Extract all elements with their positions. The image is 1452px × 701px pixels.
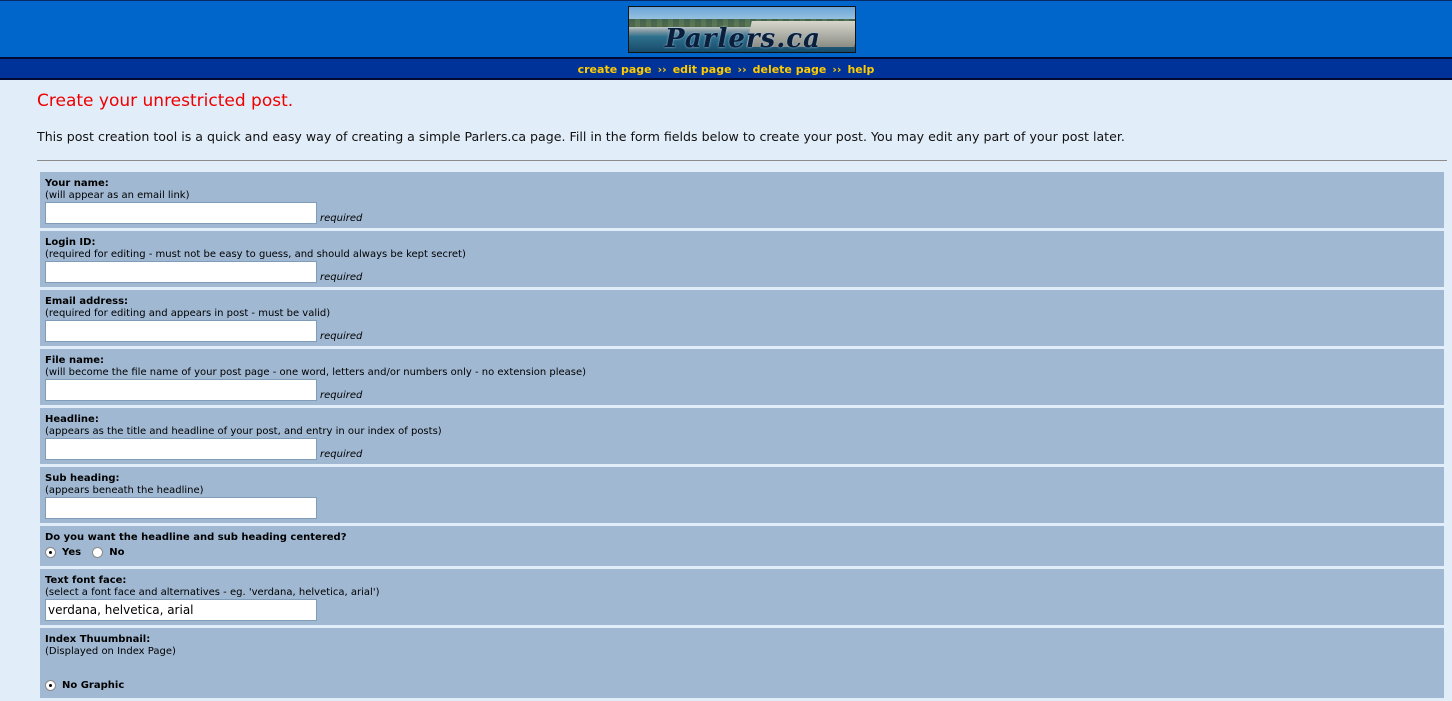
field-hint: (will become the file name of your post … <box>45 367 587 378</box>
field-index-thumbnail: Index Thuumbnail: (Displayed on Index Pa… <box>40 628 1444 698</box>
field-centered: Do you want the headline and sub heading… <box>40 526 1444 566</box>
field-hint: (Displayed on Index Page) <box>45 646 176 657</box>
nav-separator: ›› <box>832 63 842 76</box>
field-hint: (appears as the title and headline of yo… <box>45 426 442 437</box>
radio-label: No <box>109 547 125 558</box>
post-form: Your name: (will appear as an email link… <box>40 172 1444 701</box>
nav-delete-page[interactable]: delete page <box>753 63 827 76</box>
field-label: Your name: <box>45 178 109 189</box>
centered-no-radio[interactable] <box>92 547 104 558</box>
login-id-input[interactable] <box>45 261 317 283</box>
field-hint: (required for editing and appears in pos… <box>45 308 331 319</box>
radio-label: No Graphic <box>62 680 125 691</box>
required-note: required <box>320 449 363 460</box>
page-intro: This post creation tool is a quick and e… <box>37 129 1125 144</box>
field-label: Index Thuumbnail: <box>45 634 151 645</box>
required-note: required <box>320 331 363 342</box>
site-logo[interactable]: Parlers.ca <box>628 6 856 53</box>
headline-input[interactable] <box>45 438 317 460</box>
field-hint: (select a font face and alternatives - e… <box>45 587 380 598</box>
field-label: Email address: <box>45 296 129 307</box>
field-label: File name: <box>45 355 105 366</box>
field-headline: Headline: (appears as the title and head… <box>40 408 1444 464</box>
field-hint: (will appear as an email link) <box>45 190 190 201</box>
field-label: Login ID: <box>45 237 96 248</box>
header-bar: Parlers.ca <box>0 0 1452 57</box>
field-hint: (required for editing - must not be easy… <box>45 249 466 260</box>
field-file-name: File name: (will become the file name of… <box>40 349 1444 405</box>
radio-label: Yes <box>62 547 82 558</box>
page-title: Create your unrestricted post. <box>37 91 294 111</box>
email-address-input[interactable] <box>45 320 317 342</box>
nav-separator: ›› <box>657 63 667 76</box>
field-label: Headline: <box>45 414 99 425</box>
required-note: required <box>320 213 363 224</box>
field-font-face: Text font face: (select a font face and … <box>40 569 1444 625</box>
field-hint: (appears beneath the headline) <box>45 485 204 496</box>
divider <box>37 160 1447 161</box>
file-name-input[interactable] <box>45 379 317 401</box>
centered-yes-radio[interactable] <box>45 547 56 558</box>
field-label: Sub heading: <box>45 473 120 484</box>
field-label: Text font face: <box>45 575 127 586</box>
your-name-input[interactable] <box>45 202 317 224</box>
sub-heading-input[interactable] <box>45 497 317 519</box>
field-your-name: Your name: (will appear as an email link… <box>40 172 1444 228</box>
nav-edit-page[interactable]: edit page <box>673 63 732 76</box>
required-note: required <box>320 390 363 401</box>
field-login-id: Login ID: (required for editing - must n… <box>40 231 1444 287</box>
nav-separator: ›› <box>737 63 747 76</box>
field-label: Do you want the headline and sub heading… <box>45 532 347 543</box>
nav-create-page[interactable]: create page <box>578 63 652 76</box>
nav-help[interactable]: help <box>847 63 874 76</box>
font-face-input[interactable] <box>45 599 317 621</box>
nav-bar: create page ›› edit page ›› delete page ›› hel… <box>0 57 1452 80</box>
field-email-address: Email address: (required for editing and… <box>40 290 1444 346</box>
field-sub-heading: Sub heading: (appears beneath the headli… <box>40 467 1444 523</box>
logo-text: Parlers.ca <box>665 24 821 53</box>
no-graphic-radio[interactable] <box>45 680 56 691</box>
required-note: required <box>320 272 363 283</box>
